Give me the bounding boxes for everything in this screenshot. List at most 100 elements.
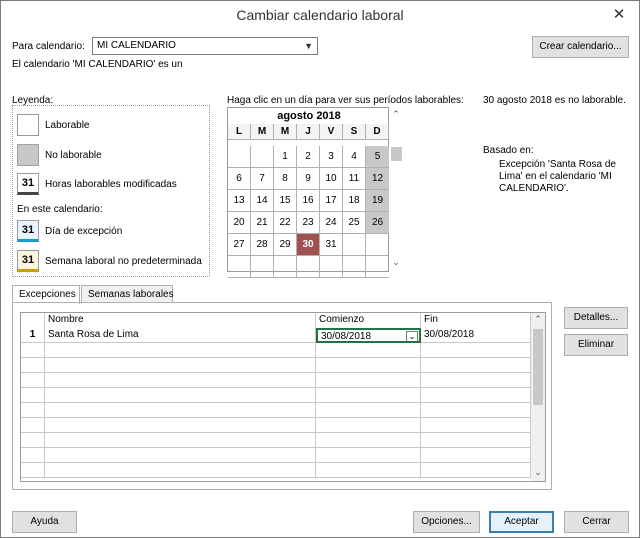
table-cell[interactable]	[45, 373, 316, 388]
calendar-day[interactable]: 15	[274, 190, 297, 212]
close-icon[interactable]: ✕	[609, 5, 629, 23]
column-header-start[interactable]: Comienzo	[316, 313, 421, 328]
row-number[interactable]	[21, 388, 45, 403]
calendar-day[interactable]: 25	[343, 212, 366, 234]
cell-name[interactable]: Santa Rosa de Lima	[45, 328, 316, 343]
row-number[interactable]	[21, 358, 45, 373]
table-cell[interactable]	[316, 433, 421, 448]
table-cell[interactable]	[421, 448, 531, 463]
calendar-day[interactable]: 18	[343, 190, 366, 212]
calendar-scroll-thumb[interactable]	[391, 147, 402, 161]
cell-end[interactable]: 30/08/2018	[421, 328, 531, 343]
table-scroll-thumb[interactable]	[533, 329, 543, 405]
accept-button[interactable]: Aceptar	[489, 511, 554, 533]
close-button[interactable]: Cerrar	[564, 511, 629, 533]
calendar-day[interactable]: 16	[297, 190, 320, 212]
table-row[interactable]	[21, 343, 531, 358]
calendar-day[interactable]: 31	[320, 234, 343, 256]
calendar-day[interactable]: 7	[251, 168, 274, 190]
calendar-select[interactable]: MI CALENDARIO ▼	[92, 37, 318, 55]
table-row[interactable]	[21, 433, 531, 448]
table-cell[interactable]	[421, 388, 531, 403]
calendar-day[interactable]: 28	[251, 234, 274, 256]
table-cell[interactable]	[316, 463, 421, 478]
table-row[interactable]	[21, 418, 531, 433]
cell-start-editor[interactable]: 30/08/2018 ⌄	[316, 328, 421, 343]
chevron-down-icon[interactable]: ⌄	[389, 257, 403, 268]
table-cell[interactable]	[45, 463, 316, 478]
table-cell[interactable]	[45, 433, 316, 448]
row-number[interactable]: 1	[21, 328, 45, 343]
column-header-end[interactable]: Fin	[421, 313, 531, 328]
calendar-day[interactable]: 21	[251, 212, 274, 234]
calendar-day[interactable]: 8	[274, 168, 297, 190]
table-row[interactable]	[21, 388, 531, 403]
table-cell[interactable]	[45, 343, 316, 358]
table-cell[interactable]	[421, 418, 531, 433]
row-number[interactable]	[21, 418, 45, 433]
table-cell[interactable]	[421, 373, 531, 388]
delete-button[interactable]: Eliminar	[564, 334, 628, 356]
table-cell[interactable]	[316, 343, 421, 358]
chevron-up-icon[interactable]: ⌃	[531, 314, 545, 325]
calendar-day[interactable]: 27	[228, 234, 251, 256]
table-scrollbar[interactable]: ⌃ ⌄	[531, 313, 545, 481]
calendar-day[interactable]: 26	[366, 212, 389, 234]
tab-work-weeks[interactable]: Semanas laborales	[81, 285, 174, 303]
calendar-day[interactable]: 12	[366, 168, 389, 190]
calendar-day[interactable]: 30	[297, 234, 320, 256]
calendar-day[interactable]: 23	[297, 212, 320, 234]
calendar-day[interactable]: 29	[274, 234, 297, 256]
table-cell[interactable]	[421, 463, 531, 478]
calendar-day[interactable]: 20	[228, 212, 251, 234]
table-row[interactable]	[21, 373, 531, 388]
chevron-up-icon[interactable]: ⌃	[389, 109, 403, 120]
details-button[interactable]: Detalles...	[564, 307, 628, 329]
create-calendar-button[interactable]: Crear calendario...	[532, 36, 629, 58]
calendar-day[interactable]: 24	[320, 212, 343, 234]
table-row[interactable]	[21, 448, 531, 463]
table-row[interactable]	[21, 403, 531, 418]
calendar-day[interactable]: 22	[274, 212, 297, 234]
calendar-day[interactable]: 13	[228, 190, 251, 212]
calendar-day[interactable]: 9	[297, 168, 320, 190]
calendar-day[interactable]: 17	[320, 190, 343, 212]
calendar-day[interactable]: 10	[320, 168, 343, 190]
table-cell[interactable]	[421, 358, 531, 373]
table-cell[interactable]	[45, 418, 316, 433]
table-row[interactable]	[21, 463, 531, 478]
table-cell[interactable]	[421, 343, 531, 358]
column-header-name[interactable]: Nombre	[45, 313, 316, 328]
table-cell[interactable]	[421, 403, 531, 418]
options-button[interactable]: Opciones...	[413, 511, 480, 533]
row-number[interactable]	[21, 343, 45, 358]
table-cell[interactable]	[316, 403, 421, 418]
table-cell[interactable]	[316, 373, 421, 388]
calendar-day[interactable]: 1	[274, 146, 297, 168]
calendar-day[interactable]: 6	[228, 168, 251, 190]
table-cell[interactable]	[316, 358, 421, 373]
row-number[interactable]	[21, 463, 45, 478]
calendar-day[interactable]: 4	[343, 146, 366, 168]
row-number[interactable]	[21, 433, 45, 448]
chevron-down-icon[interactable]: ⌄	[406, 331, 418, 341]
calendar-day[interactable]: 5	[366, 146, 389, 168]
table-cell[interactable]	[316, 418, 421, 433]
table-cell[interactable]	[316, 388, 421, 403]
calendar-day[interactable]: 2	[297, 146, 320, 168]
table-cell[interactable]	[316, 448, 421, 463]
table-cell[interactable]	[45, 388, 316, 403]
table-row[interactable]: 1 Santa Rosa de Lima 30/08/2018 ⌄ 30/08/…	[21, 328, 531, 343]
table-cell[interactable]	[45, 358, 316, 373]
table-row[interactable]	[21, 358, 531, 373]
row-number[interactable]	[21, 448, 45, 463]
calendar-day[interactable]: 3	[320, 146, 343, 168]
calendar-day[interactable]: 19	[366, 190, 389, 212]
row-number[interactable]	[21, 373, 45, 388]
calendar-scrollbar[interactable]: ⌃ ⌄	[389, 107, 403, 272]
table-cell[interactable]	[421, 433, 531, 448]
calendar-day[interactable]: 11	[343, 168, 366, 190]
calendar-day[interactable]: 14	[251, 190, 274, 212]
chevron-down-icon[interactable]: ⌄	[531, 467, 545, 478]
table-cell[interactable]	[45, 403, 316, 418]
